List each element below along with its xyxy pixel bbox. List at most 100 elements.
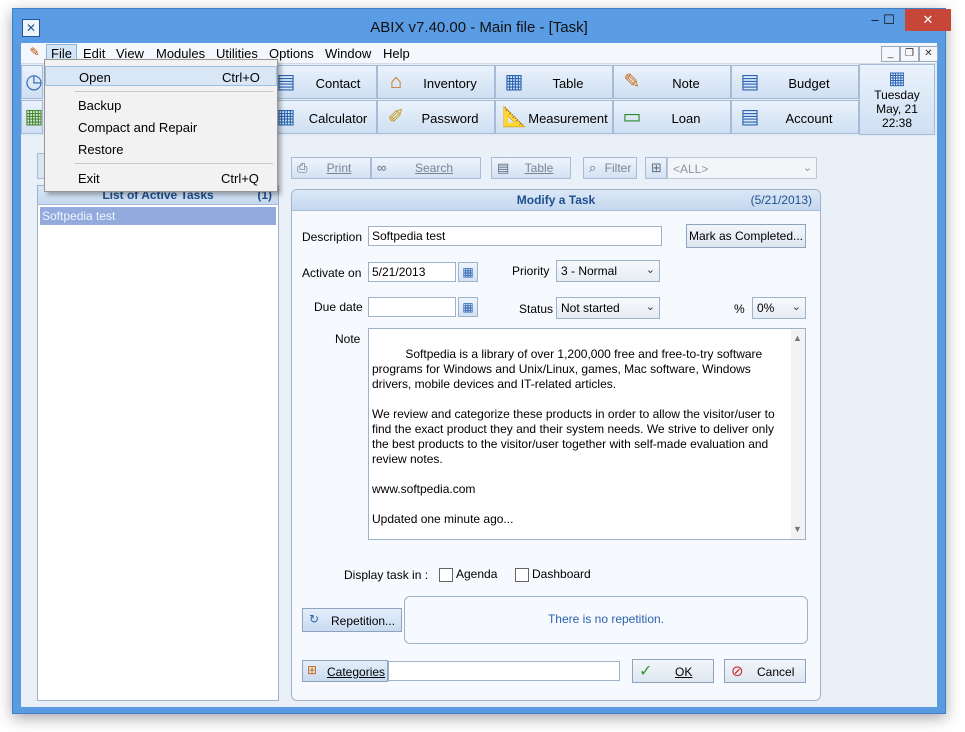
menu-item-backup[interactable]: Backup [45, 95, 277, 115]
scroll-up-icon[interactable]: ▲ [793, 331, 802, 346]
note-textarea[interactable]: Softpedia is a library of over 1,200,000… [368, 328, 806, 540]
categories-field[interactable] [388, 661, 620, 681]
date-date: May, 21 [876, 102, 918, 116]
priority-select[interactable]: 3 - Normal ⌄ [556, 260, 660, 282]
toolbar-password-button[interactable]: ✐ Password [377, 100, 495, 134]
dashboard-checkbox[interactable] [515, 568, 529, 582]
priority-label: Priority [512, 264, 550, 278]
note-scrollbar[interactable]: ▲ ▼ [791, 329, 805, 539]
due-date-label: Due date [314, 300, 363, 314]
status-label: Status [519, 302, 554, 316]
categories-label: Categories [327, 665, 386, 679]
toolbar-loan-label: Loan [671, 111, 701, 126]
mark-completed-button[interactable]: Mark as Completed... [686, 224, 806, 248]
task-detail-panel: ⎙ Print ∞ Search ▤ Table ⌕ Filter ⊞ <ALL… [291, 143, 831, 701]
toolbar-account-button[interactable]: ▤ Account [731, 100, 859, 134]
filter-icon: ⌕ [589, 160, 597, 175]
pencil-icon: ✎ [623, 71, 641, 93]
toolbar-inventory-label: Inventory [423, 76, 477, 91]
password-icon: ✐ [387, 106, 405, 128]
activate-date-field[interactable]: 5/21/2013 [368, 262, 456, 282]
task-icon[interactable]: ✎ [27, 45, 42, 60]
toolbar-note-button[interactable]: ✎ Note [613, 65, 731, 99]
status-select[interactable]: Not started ⌄ [556, 297, 660, 319]
note-label: Note [335, 332, 361, 346]
toolbar-dashboard-button[interactable]: ▦ [21, 100, 43, 134]
dashboard-label: Dashboard [532, 567, 591, 581]
categories-button[interactable]: ⊞ Categories [302, 660, 388, 682]
agenda-checkbox[interactable] [439, 568, 453, 582]
date-display[interactable]: ▦ Tuesday May, 21 22:38 [859, 64, 935, 135]
ok-button[interactable]: ✓ OK [632, 659, 714, 683]
toolbar-agenda-button[interactable]: ◷ [21, 65, 43, 99]
toolbar-loan-button[interactable]: ▭ Loan [613, 100, 731, 134]
category-filter-select[interactable]: <ALL> ⌄ [667, 157, 817, 179]
open-label: Open [79, 70, 111, 85]
menu-window[interactable]: Window [325, 46, 371, 61]
task-list-panel: List of Active Tasks (1) Softpedia test [37, 143, 279, 701]
toolbar-account-label: Account [785, 111, 833, 126]
check-icon: ✓ [639, 663, 653, 680]
filter-button[interactable]: ⌕ Filter [583, 157, 637, 179]
due-date-field[interactable] [368, 297, 456, 317]
search-button[interactable]: ∞ Search [371, 157, 481, 179]
repetition-label: Repetition... [331, 614, 396, 628]
title-bar[interactable]: ✕ ABIX v7.40.00 - Main file - [Task] – ☐… [13, 9, 951, 43]
category-tree-button[interactable]: ⊞ [645, 157, 667, 179]
exit-label: Exit [78, 171, 100, 186]
binoculars-icon: ∞ [377, 160, 387, 175]
money-icon: ▭ [622, 106, 642, 128]
note-text: Softpedia is a library of over 1,200,000… [372, 347, 775, 526]
mdi-close-button[interactable]: ✕ [919, 46, 938, 62]
date-time: 22:38 [881, 116, 913, 130]
budget-icon: ▤ [740, 71, 760, 93]
toolbar-contact-button[interactable]: ▤ Contact [271, 65, 377, 99]
list-item[interactable]: Softpedia test [40, 207, 276, 225]
compact-label: Compact and Repair [78, 120, 198, 135]
toolbar-measurement-label: Measurement [528, 111, 608, 126]
mdi-restore-button[interactable]: ❐ [900, 46, 919, 62]
category-filter-value: <ALL> [673, 162, 709, 176]
toolbar-calculator-button[interactable]: ▦ Calculator [271, 100, 377, 134]
menu-item-compact-repair[interactable]: Compact and Repair [45, 117, 277, 137]
repetition-button[interactable]: ↻ Repetition... [302, 608, 402, 632]
mdi-minimize-button[interactable]: _ [881, 46, 900, 62]
status-value: Not started [561, 301, 620, 315]
print-button[interactable]: ⎙ Print [291, 157, 371, 179]
scroll-down-icon[interactable]: ▼ [793, 522, 802, 537]
description-field[interactable]: Softpedia test [368, 226, 662, 246]
backup-label: Backup [78, 98, 122, 113]
menu-help[interactable]: Help [383, 46, 410, 61]
toolbar-inventory-button[interactable]: ⌂ Inventory [377, 65, 495, 99]
menu-item-open[interactable]: Open Ctrl+O [45, 66, 277, 86]
description-label: Description [302, 230, 363, 244]
print-label: Print [326, 161, 352, 175]
calendar-icon[interactable]: ▦ [458, 297, 478, 317]
filter-label: Filter [604, 161, 632, 175]
toolbar-contact-label: Contact [315, 76, 361, 91]
form-title: Modify a Task [516, 193, 596, 207]
calendar-icon[interactable]: ▦ [458, 262, 478, 282]
close-button[interactable]: ✕ [905, 9, 951, 31]
cancel-button[interactable]: ⊘ Cancel [724, 659, 806, 683]
percent-select[interactable]: 0% ⌄ [752, 297, 806, 319]
toolbar-table-button[interactable]: ▦ Table [495, 65, 613, 99]
toolbar-measurement-button[interactable]: 📐 Measurement [495, 100, 613, 134]
repetition-info: There is no repetition. [404, 596, 808, 644]
menu-item-restore[interactable]: Restore [45, 139, 277, 159]
open-shortcut: Ctrl+O [222, 70, 260, 85]
cancel-label: Cancel [757, 665, 795, 679]
chevron-down-icon: ⌄ [802, 162, 812, 174]
menu-item-exit[interactable]: Exit Ctrl+Q [45, 168, 277, 188]
calendar-icon: ▦ [888, 68, 906, 88]
chevron-down-icon: ⌄ [645, 301, 655, 313]
table-view-button[interactable]: ▤ Table [491, 157, 571, 179]
house-icon: ⌂ [389, 71, 403, 93]
toolbar-table-label: Table [552, 76, 584, 91]
tree-icon: ⊞ [307, 663, 318, 677]
task-list[interactable]: List of Active Tasks (1) Softpedia test [37, 185, 279, 701]
display-task-label: Display task in : [344, 568, 429, 582]
account-icon: ▤ [740, 106, 760, 128]
toolbar-budget-button[interactable]: ▤ Budget [731, 65, 859, 99]
maximize-button[interactable]: ☐ [875, 9, 903, 31]
